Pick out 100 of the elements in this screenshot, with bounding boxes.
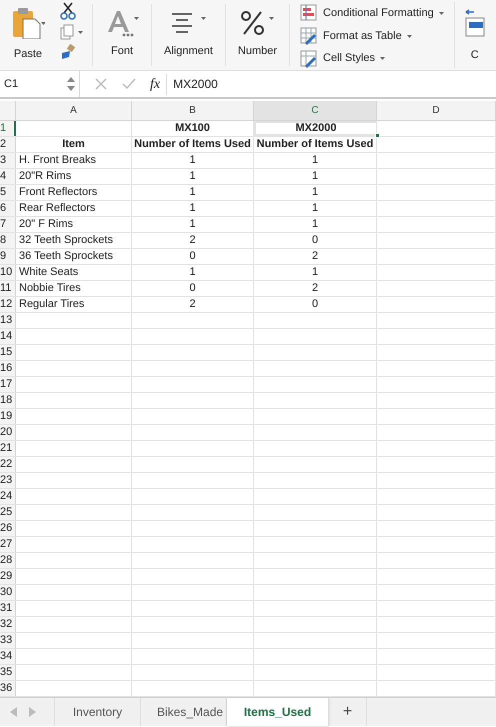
row-header[interactable]: 9 [0,249,16,264]
table-cell[interactable]: Number of Items Used [254,137,377,152]
table-cell[interactable]: 36 Teeth Sprockets [16,249,132,264]
row-header[interactable]: 23 [0,473,16,488]
add-sheet-button[interactable]: + [329,698,367,726]
table-cell[interactable]: 2 [132,297,254,312]
formula-input[interactable]: MX2000 [173,75,218,93]
row-header[interactable]: 5 [0,185,16,200]
table-cell[interactable]: White Seats [16,265,132,280]
row-header[interactable]: 2 [0,137,16,152]
clipboard-icon [11,5,45,39]
sheet-tab[interactable]: Items_Used [227,698,329,726]
table-cell[interactable]: 1 [254,201,377,216]
table-cell[interactable]: 1 [254,185,377,200]
table-cell[interactable]: 1 [254,169,377,184]
row-header[interactable]: 11 [0,281,16,296]
ribbon-number-button[interactable]: Number [226,4,290,66]
sheet-tab[interactable]: Inventory [55,698,141,726]
row-header[interactable]: 34 [0,649,16,664]
row-header[interactable]: 8 [0,233,16,248]
table-cell[interactable]: MX100 [132,121,254,136]
row-header[interactable]: 36 [0,681,16,696]
column-header[interactable]: A [16,101,132,120]
row-header[interactable]: 1 [0,121,16,136]
table-cell[interactable]: MX2000 [254,121,377,136]
caret-icon [406,34,412,38]
table-cell[interactable]: 32 Teeth Sprockets [16,233,132,248]
row-header[interactable]: 12 [0,297,16,312]
cells-icon [464,8,485,38]
row-header[interactable]: 4 [0,169,16,184]
row-header[interactable]: 24 [0,489,16,504]
row-header[interactable]: 33 [0,633,16,648]
row-header[interactable]: 17 [0,377,16,392]
row-header[interactable]: 20 [0,425,16,440]
row-header[interactable]: 13 [0,313,16,328]
row-header[interactable]: 18 [0,393,16,408]
ribbon-font-button[interactable]: Font [93,4,152,66]
paintbrush-icon[interactable] [60,44,76,60]
table-cell[interactable]: H. Front Breaks [16,153,132,168]
row-header[interactable]: 31 [0,601,16,616]
ribbon-label: C [470,48,479,63]
row-header[interactable]: 25 [0,505,16,520]
table-cell[interactable]: 1 [254,153,377,168]
row-header[interactable]: 3 [0,153,16,168]
row-header[interactable]: 15 [0,345,16,360]
table-cell[interactable]: Rear Reflectors [16,201,132,216]
table-cell[interactable]: 1 [132,185,254,200]
table-cell[interactable]: Regular Tires [16,297,132,312]
row-header[interactable]: 16 [0,361,16,376]
previous-sheet-icon[interactable] [10,707,17,717]
table-cell[interactable]: 0 [132,281,254,296]
function-button[interactable]: fx [150,74,168,94]
row-header[interactable]: 6 [0,201,16,216]
ribbon-alignment-button[interactable]: Alignment [152,4,226,66]
cell-styles-button[interactable]: Cell Styles [300,49,444,68]
table-cell[interactable]: Number of Items Used [132,137,254,152]
table-cell[interactable]: 20"R Rims [16,169,132,184]
conditional-formatting-button[interactable]: Conditional Formatting [300,4,444,23]
row-header[interactable]: 27 [0,537,16,552]
fill-handle[interactable] [375,133,380,138]
row-header[interactable]: 19 [0,409,16,424]
paste-button[interactable]: Paste [8,4,48,62]
next-sheet-icon[interactable] [29,707,36,717]
check-icon[interactable] [122,77,136,91]
row-header[interactable]: 21 [0,441,16,456]
table-cell[interactable]: 2 [254,249,377,264]
table-cell[interactable]: Nobbie Tires [16,281,132,296]
table-cell[interactable]: 1 [132,153,254,168]
table-cell[interactable]: Front Reflectors [16,185,132,200]
row-header[interactable]: 32 [0,617,16,632]
row-header[interactable]: 35 [0,665,16,680]
row-header[interactable]: 7 [0,217,16,232]
format-as-table-button[interactable]: Format as Table [300,26,444,46]
table-cell[interactable]: 1 [132,169,254,184]
row-header[interactable]: 28 [0,553,16,568]
table-cell[interactable]: 0 [254,233,377,248]
scissors-icon[interactable] [60,2,76,20]
table-cell[interactable]: 0 [132,249,254,264]
row-header[interactable]: 26 [0,521,16,536]
column-header[interactable]: D [377,101,496,120]
cancel-icon[interactable] [94,77,108,91]
table-cell[interactable]: 1 [254,265,377,280]
column-header[interactable]: C [254,101,377,120]
row-header[interactable]: 30 [0,585,16,600]
row-header[interactable]: 29 [0,569,16,584]
table-cell[interactable]: 20" F Rims [16,217,132,232]
table-cell[interactable]: 2 [254,281,377,296]
table-cell[interactable]: 2 [132,233,254,248]
caret-icon [438,12,444,15]
row-header[interactable]: 14 [0,329,16,344]
percent-icon [239,8,276,38]
table-cell[interactable]: Item [16,137,132,152]
table-cell[interactable]: 1 [254,217,377,232]
table-cell[interactable]: 1 [132,217,254,232]
row-header[interactable]: 22 [0,457,16,472]
name-box[interactable]: C1 [0,71,80,97]
table-cell[interactable]: 1 [132,201,254,216]
table-cell[interactable]: 0 [254,297,377,312]
row-header[interactable]: 10 [0,265,16,280]
table-cell[interactable]: 1 [132,265,254,280]
